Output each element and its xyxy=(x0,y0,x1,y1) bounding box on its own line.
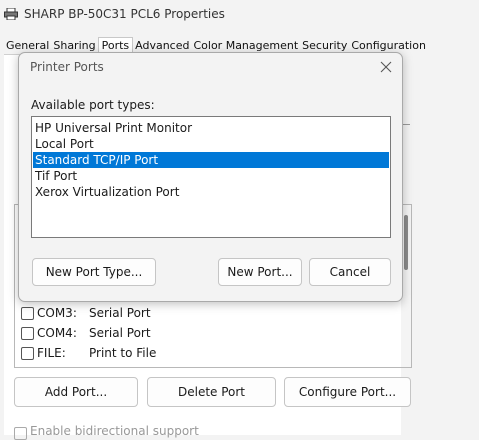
port-checkbox[interactable] xyxy=(21,347,34,360)
new-port-type-button[interactable]: New Port Type... xyxy=(32,258,156,286)
printer-icon xyxy=(4,8,18,20)
scrollbar-thumb[interactable] xyxy=(404,215,408,270)
bidirectional-label: Enable bidirectional support xyxy=(30,424,199,438)
window-title: SHARP BP-50C31 PCL6 Properties xyxy=(24,7,225,21)
list-item[interactable]: Local Port xyxy=(33,136,389,152)
list-item-selected[interactable]: Standard TCP/IP Port xyxy=(33,152,389,168)
port-checkbox[interactable] xyxy=(21,307,34,320)
printer-ports-dialog: Printer Ports Available port types: HP U… xyxy=(18,52,403,302)
new-port-button[interactable]: New Port... xyxy=(218,258,302,286)
available-port-types-label: Available port types: xyxy=(31,98,155,112)
list-item[interactable]: HP Universal Print Monitor xyxy=(33,120,389,136)
delete-port-button[interactable]: Delete Port xyxy=(147,377,276,407)
port-checkbox[interactable] xyxy=(21,327,34,340)
port-description: Serial Port xyxy=(89,306,151,320)
port-type-list[interactable]: HP Universal Print Monitor Local Port St… xyxy=(31,116,391,238)
dialog-title: Printer Ports xyxy=(30,60,104,74)
list-item[interactable]: Tif Port xyxy=(33,168,389,184)
title-bar: SHARP BP-50C31 PCL6 Properties xyxy=(0,0,479,30)
port-description: Print to File xyxy=(89,346,157,360)
port-name: FILE: xyxy=(37,346,66,360)
configure-port-button[interactable]: Configure Port... xyxy=(284,377,411,407)
close-icon[interactable] xyxy=(375,57,397,77)
port-description: Serial Port xyxy=(89,326,151,340)
cancel-button[interactable]: Cancel xyxy=(309,258,391,286)
list-item[interactable]: Xerox Virtualization Port xyxy=(33,184,389,200)
port-name: COM3: xyxy=(37,306,77,320)
add-port-button[interactable]: Add Port... xyxy=(14,377,138,407)
port-name: COM4: xyxy=(37,326,77,340)
